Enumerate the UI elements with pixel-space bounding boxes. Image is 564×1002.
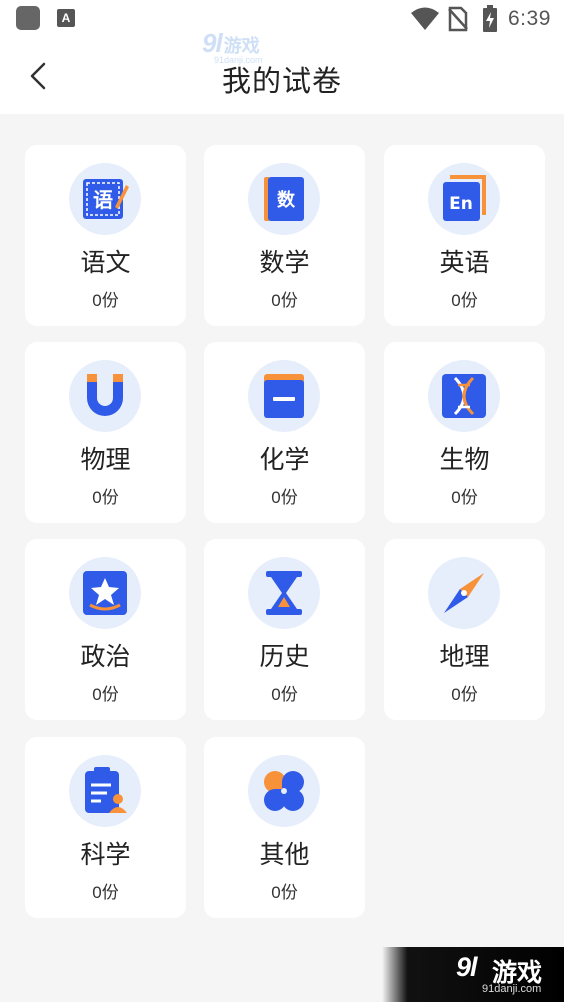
subject-icon-circle: En xyxy=(428,163,500,235)
chinese-book-icon: 语 xyxy=(83,179,129,219)
svg-text:En: En xyxy=(449,194,473,214)
subject-card-geography[interactable]: 地理 0份 xyxy=(384,539,545,720)
clipboard-person-icon xyxy=(85,767,127,813)
subject-name: 政治 xyxy=(80,643,131,671)
app-letter-icon: A xyxy=(57,9,75,27)
subject-name: 数学 xyxy=(259,249,310,277)
clock: 6:39 xyxy=(508,7,551,30)
subject-card-chemistry[interactable]: 化学 0份 xyxy=(204,342,365,523)
english-book-icon: En xyxy=(443,175,486,221)
subject-count: 0份 xyxy=(451,685,478,704)
subject-name: 生物 xyxy=(439,446,490,474)
subject-count: 0份 xyxy=(92,883,119,902)
wifi-icon xyxy=(411,7,439,30)
subject-count: 0份 xyxy=(92,291,119,310)
chemistry-book-icon xyxy=(264,374,304,418)
subject-card-other[interactable]: 其他 0份 xyxy=(204,737,365,918)
subject-name: 其他 xyxy=(259,841,310,869)
subject-count: 0份 xyxy=(92,685,119,704)
page-header: 我的试卷 9l 游戏 91danji.com xyxy=(0,28,564,114)
dna-icon xyxy=(442,374,486,418)
battery-charging-icon xyxy=(483,5,497,32)
subject-card-physics[interactable]: 物理 0份 xyxy=(25,342,186,523)
subject-count: 0份 xyxy=(271,883,298,902)
subject-card-chinese[interactable]: 语 语文 0份 xyxy=(25,145,186,326)
subject-icon-circle xyxy=(248,755,320,827)
subject-name: 历史 xyxy=(259,643,310,671)
subject-icon-circle: 数 xyxy=(248,163,320,235)
subject-icon-circle xyxy=(69,755,141,827)
star-badge-icon xyxy=(83,571,127,615)
subject-icon-circle xyxy=(69,557,141,629)
hourglass-icon xyxy=(266,571,302,615)
subject-icon-circle xyxy=(428,557,500,629)
subject-grid: 语 语文 0份 数 数学 0份 En 英语 0份 物理 0份 化学 0份 生物 … xyxy=(25,145,545,918)
subject-icon-circle xyxy=(248,557,320,629)
subject-card-english[interactable]: En 英语 0份 xyxy=(384,145,545,326)
subject-name: 地理 xyxy=(439,643,490,671)
subject-count: 0份 xyxy=(271,488,298,507)
subject-icon-circle: 语 xyxy=(69,163,141,235)
subject-count: 0份 xyxy=(451,488,478,507)
subject-name: 语文 xyxy=(80,249,131,277)
magnet-icon xyxy=(87,374,123,416)
watermark-logo-top: 9l 游戏 91danji.com xyxy=(202,28,263,65)
subject-card-math[interactable]: 数 数学 0份 xyxy=(204,145,365,326)
subject-count: 0份 xyxy=(271,291,298,310)
subject-icon-circle xyxy=(428,360,500,432)
watermark-logo-bottom: 9l 游戏 91danji.com xyxy=(382,947,564,1002)
math-book-icon: 数 xyxy=(264,177,304,221)
subject-card-science[interactable]: 科学 0份 xyxy=(25,737,186,918)
compass-icon xyxy=(444,573,484,613)
subject-icon-circle xyxy=(69,360,141,432)
svg-text:语: 语 xyxy=(93,188,113,212)
subject-count: 0份 xyxy=(451,291,478,310)
subject-card-politics[interactable]: 政治 0份 xyxy=(25,539,186,720)
status-bar: A 6:39 xyxy=(0,0,564,40)
subject-count: 0份 xyxy=(92,488,119,507)
subject-name: 物理 xyxy=(80,446,131,474)
subject-name: 科学 xyxy=(80,841,131,869)
svg-text:数: 数 xyxy=(277,189,296,211)
subject-icon-circle xyxy=(248,360,320,432)
subject-card-biology[interactable]: 生物 0份 xyxy=(384,342,545,523)
no-sim-icon xyxy=(448,6,468,32)
subject-name: 化学 xyxy=(259,446,310,474)
subject-count: 0份 xyxy=(271,685,298,704)
clover-icon xyxy=(264,771,304,811)
subject-name: 英语 xyxy=(439,249,490,277)
page-title: 我的试卷 xyxy=(221,66,342,98)
subject-card-history[interactable]: 历史 0份 xyxy=(204,539,365,720)
app-notification-icon xyxy=(16,6,40,30)
